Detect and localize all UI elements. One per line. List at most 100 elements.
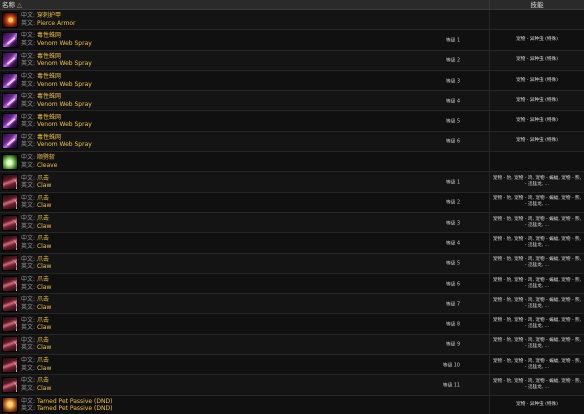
spell-name-en[interactable]: Venom Web Spray: [37, 81, 92, 88]
spell-name-zh[interactable]: 爪击: [37, 357, 49, 364]
name-cell: 中文: 毒性蛛网 英文: Venom Web Spray 等级 1: [0, 30, 489, 49]
venom-spell-icon[interactable]: [2, 113, 18, 130]
claw-spell-icon[interactable]: [2, 295, 18, 312]
table-row[interactable]: 中文: Tamed Pet Passive (DND) 英文: Tamed Pet…: [0, 395, 584, 414]
spell-name-zh[interactable]: 毒性蛛网: [37, 114, 61, 121]
spell-name-zh[interactable]: Tamed Pet Passive (DND): [37, 398, 112, 405]
claw-spell-icon[interactable]: [2, 234, 18, 251]
spell-name-zh[interactable]: 毒性蛛网: [37, 53, 61, 60]
table-row[interactable]: 中文: 毒性蛛网 英文: Venom Web Spray 等级 5 宠物 - 异种虫 …: [0, 111, 584, 132]
table-row[interactable]: 中文: 穿刺护甲 英文: Pierce Armor: [0, 10, 584, 31]
table-row[interactable]: 中文: 爪击 英文: Claw 等级 5 宠物 - 豹, 宠物 - 鸡, 宠物 - 蝙…: [0, 253, 584, 274]
name-cell: 中文: 爪击 英文: Claw 等级 11: [0, 375, 489, 394]
spell-name-zh[interactable]: 毒性蛛网: [37, 73, 61, 80]
table-row[interactable]: 中文: 毒性蛛网 英文: Venom Web Spray 等级 3 宠物 - 异种虫 …: [0, 70, 584, 92]
venom-spell-icon[interactable]: [2, 31, 18, 48]
table-row[interactable]: 中文: 爪击 英文: Claw 等级 10 宠物 - 豹, 宠物 - 鸡, 宠物 - …: [0, 355, 584, 376]
name-cell: 中文: 爪击 英文: Claw 等级 4: [0, 233, 489, 252]
spell-name-zh[interactable]: 毒性蛛网: [37, 93, 61, 100]
spell-name-en[interactable]: Cleave: [37, 162, 57, 169]
spell-name-en[interactable]: Claw: [37, 385, 51, 392]
spell-name-zh[interactable]: 爪击: [37, 377, 49, 384]
table-row[interactable]: 中文: 毒性蛛网 英文: Venom Web Spray 等级 1 宠物 - 异种虫 …: [0, 30, 584, 51]
spell-name-zh[interactable]: 顺劈斩: [37, 154, 55, 161]
spell-name-zh[interactable]: 爪击: [37, 215, 49, 222]
pierce-spell-icon[interactable]: [2, 11, 18, 28]
spell-name-en[interactable]: Claw: [37, 324, 51, 331]
spell-name-en[interactable]: Pierce Armor: [37, 20, 76, 27]
venom-spell-icon[interactable]: [2, 52, 18, 69]
spell-name-en[interactable]: Claw: [37, 263, 51, 270]
table-row[interactable]: 中文: 爪击 英文: Claw 等级 7 宠物 - 豹, 宠物 - 鸡, 宠物 - 蝙…: [0, 294, 584, 315]
en-name-line: 英文: Claw: [21, 304, 51, 312]
name-cell: 中文: 爪击 英文: Claw 等级 9: [0, 335, 489, 354]
claw-spell-icon[interactable]: [2, 275, 18, 292]
spell-name-en[interactable]: Tamed Pet Passive (DND): [37, 405, 112, 412]
spell-name-en[interactable]: Claw: [37, 365, 51, 372]
venom-spell-icon[interactable]: [2, 133, 18, 150]
table-row[interactable]: 中文: 爪击 英文: Claw 等级 11 宠物 - 豹, 宠物 - 鸡, 宠物 - …: [0, 375, 584, 396]
spell-name-en[interactable]: Claw: [37, 243, 51, 250]
skill-cell: 宠物 - 豹, 宠物 - 鸡, 宠物 - 蝙蝠, 宠物 - 熊, - 迅猛龙, …: [489, 172, 584, 192]
table-row[interactable]: 中文: 顺劈斩 英文: Cleave: [0, 152, 584, 173]
spell-name-zh[interactable]: 穿刺护甲: [37, 12, 61, 19]
claw-spell-icon[interactable]: [2, 376, 18, 393]
en-name-line: 英文: Venom Web Spray: [21, 40, 92, 48]
zh-label: 中文:: [21, 316, 36, 324]
table-row[interactable]: 中文: 爪击 英文: Claw 等级 1 宠物 - 豹, 宠物 - 鸡, 宠物 - 蝙…: [0, 172, 584, 193]
spell-name-en[interactable]: Claw: [37, 223, 51, 230]
spell-name-zh[interactable]: 毒性蛛网: [37, 32, 61, 39]
name-cell: 中文: 爪击 英文: Claw 等级 1: [0, 172, 489, 191]
spell-name-en[interactable]: Claw: [37, 344, 51, 351]
spell-name-zh[interactable]: 爪击: [37, 235, 49, 242]
skill-column-header[interactable]: 技能: [489, 0, 584, 9]
sort-icon[interactable]: △: [17, 1, 22, 9]
claw-spell-icon[interactable]: [2, 214, 18, 231]
name-column-header[interactable]: 名称 △: [0, 0, 489, 9]
spell-rank: 等级 1: [445, 180, 460, 186]
table-row[interactable]: 中文: 爪击 英文: Claw 等级 8 宠物 - 豹, 宠物 - 鸡, 宠物 - 蝙…: [0, 314, 584, 335]
spell-name-en[interactable]: Venom Web Spray: [37, 141, 92, 148]
table-body: 中文: 穿刺护甲 英文: Pierce Armor 中文: 毒性蛛网 英文: Veno…: [0, 10, 584, 414]
spell-name-en[interactable]: Claw: [37, 202, 51, 209]
spell-name-zh[interactable]: 爪击: [37, 195, 49, 202]
zh-label: 中文:: [21, 52, 36, 60]
spell-name-zh[interactable]: 爪击: [37, 276, 49, 283]
spell-names: 中文: 爪击 英文: Claw: [21, 317, 51, 332]
table-row[interactable]: 中文: 爪击 英文: Claw 等级 6 宠物 - 豹, 宠物 - 鸡, 宠物 - 蝙…: [0, 273, 584, 295]
spell-name-zh[interactable]: 爪击: [37, 337, 49, 344]
spell-name-zh[interactable]: 爪击: [37, 256, 49, 263]
venom-spell-icon[interactable]: [2, 72, 18, 89]
spell-name-zh[interactable]: 毒性蛛网: [37, 134, 61, 141]
cleave-spell-icon[interactable]: [2, 153, 18, 170]
spell-rank: 等级 6: [445, 282, 460, 287]
tamed-spell-icon[interactable]: [2, 397, 18, 414]
claw-spell-icon[interactable]: [2, 316, 18, 333]
claw-spell-icon[interactable]: [2, 174, 18, 191]
venom-spell-icon[interactable]: [2, 92, 18, 109]
claw-spell-icon[interactable]: [2, 336, 18, 353]
spell-name-en[interactable]: Claw: [37, 284, 51, 291]
spell-name-en[interactable]: Venom Web Spray: [37, 40, 92, 47]
table-row[interactable]: 中文: 爪击 英文: Claw 等级 4 宠物 - 豹, 宠物 - 鸡, 宠物 - 蝙…: [0, 233, 584, 254]
claw-spell-icon[interactable]: [2, 356, 18, 373]
spell-name-en[interactable]: Claw: [37, 182, 51, 189]
spell-name-en[interactable]: Venom Web Spray: [37, 60, 92, 67]
spell-name-en[interactable]: Venom Web Spray: [37, 101, 92, 108]
table-row[interactable]: 中文: 爪击 英文: Claw 等级 3 宠物 - 豹, 宠物 - 鸡, 宠物 - 蝙…: [0, 212, 584, 234]
spell-name-zh[interactable]: 爪击: [37, 317, 49, 324]
claw-spell-icon[interactable]: [2, 255, 18, 272]
table-row[interactable]: 中文: 爪击 英文: Claw 等级 2 宠物 - 豹, 宠物 - 鸡, 宠物 - 蝙…: [0, 192, 584, 213]
table-row[interactable]: 中文: 毒性蛛网 英文: Venom Web Spray 等级 2 宠物 - 异种虫 …: [0, 50, 584, 71]
table-row[interactable]: 中文: 毒性蛛网 英文: Venom Web Spray 等级 4 宠物 - 异种虫 …: [0, 91, 584, 112]
table-row[interactable]: 中文: 毒性蛛网 英文: Venom Web Spray 等级 6 宠物 - 异种虫 …: [0, 131, 584, 153]
spell-name-zh[interactable]: 爪击: [37, 296, 49, 303]
claw-spell-icon[interactable]: [2, 194, 18, 211]
spell-name-zh[interactable]: 爪击: [37, 175, 49, 182]
spell-rank: 等级 5: [445, 119, 460, 125]
spell-names: 中文: 爪击 英文: Claw: [21, 276, 51, 291]
table-row[interactable]: 中文: 爪击 英文: Claw 等级 9 宠物 - 豹, 宠物 - 鸡, 宠物 - 蝙…: [0, 334, 584, 356]
skill-cell: 宠物 - 豹, 宠物 - 鸡, 宠物 - 蝙蝠, 宠物 - 熊, - 迅猛龙, …: [489, 375, 584, 395]
spell-name-en[interactable]: Venom Web Spray: [37, 121, 92, 128]
spell-name-en[interactable]: Claw: [37, 304, 51, 311]
